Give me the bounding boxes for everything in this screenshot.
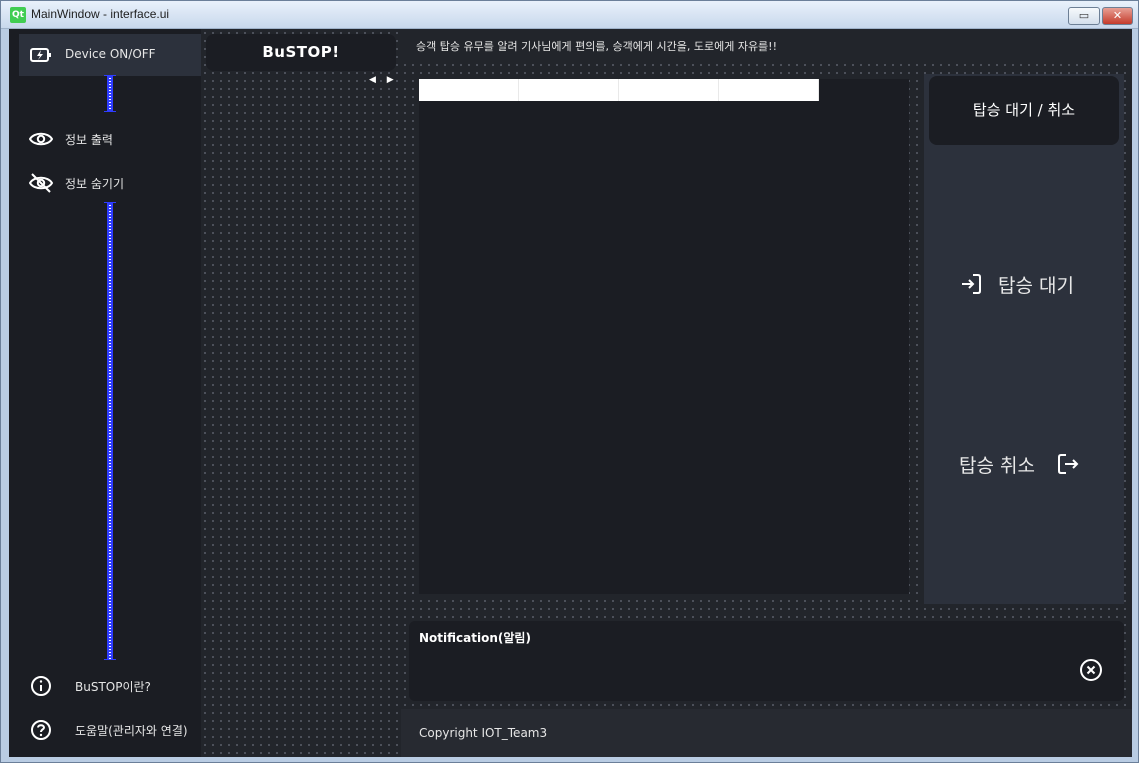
show-info-label: 정보 출력 <box>65 133 113 147</box>
table-column-header[interactable] <box>719 79 819 101</box>
boarding-wait-button[interactable]: 탑승 대기 <box>929 254 1119 314</box>
boarding-cancel-button[interactable]: 탑승 취소 <box>929 434 1119 494</box>
slogan-text: 승객 탑승 유무를 알려 기사님에게 편의를, 승객에게 시간을, 도로에게 자… <box>416 40 777 53</box>
table-column-header[interactable] <box>619 79 719 101</box>
qt-app-icon: Qt <box>10 7 26 23</box>
splitter-arrows-icon[interactable]: ◀ ▶ <box>369 75 398 85</box>
show-info-button[interactable]: 정보 출력 <box>19 118 201 160</box>
about-button[interactable]: BuSTOP이란? <box>19 665 201 707</box>
notification-box: Notification(알림) <box>409 621 1124 701</box>
minimize-icon: ▭ <box>1078 9 1090 22</box>
device-toggle-label: Device ON/OFF <box>65 47 156 61</box>
hide-info-label: 정보 숨기기 <box>65 177 125 191</box>
close-circle-icon[interactable] <box>1079 658 1103 682</box>
boarding-wait-label: 탑승 대기 <box>998 275 1074 297</box>
hide-info-button[interactable]: 정보 숨기기 <box>19 162 201 204</box>
left-menu: Device ON/OFF 정보 출력 정보 숨기기 BuSTOP이란? 도움말… <box>9 29 201 757</box>
about-label: BuSTOP이란? <box>75 680 151 694</box>
extra-column: BuSTOP! ◀ ▶ <box>201 29 401 757</box>
logout-icon <box>1058 454 1079 474</box>
bustop-title: BuSTOP! <box>206 34 396 71</box>
login-icon <box>962 274 981 294</box>
vertical-spacer <box>104 75 116 112</box>
minimize-button[interactable]: ▭ <box>1068 7 1100 25</box>
table-column-header[interactable] <box>419 79 519 101</box>
main-window: Qt MainWindow - interface.ui ▭ ✕ Device … <box>0 0 1139 763</box>
top-bar: 승객 탑승 유무를 알려 기사님에게 편의를, 승객에게 시간을, 도로에게 자… <box>401 29 1132 61</box>
battery-charging-icon <box>30 48 51 62</box>
eye-off-icon <box>29 173 53 193</box>
table-column-header[interactable] <box>519 79 619 101</box>
boarding-panel-title: 탑승 대기 / 취소 <box>929 76 1119 145</box>
passenger-table[interactable] <box>419 79 909 594</box>
copyright-text: Copyright IOT_Team3 <box>419 726 548 740</box>
boarding-cancel-label: 탑승 취소 <box>959 455 1035 477</box>
close-button[interactable]: ✕ <box>1102 7 1133 25</box>
eye-icon <box>29 132 53 146</box>
table-header <box>419 79 819 101</box>
central-widget: Device ON/OFF 정보 출력 정보 숨기기 BuSTOP이란? 도움말… <box>9 29 1132 757</box>
device-toggle-button[interactable]: Device ON/OFF <box>19 34 201 76</box>
info-icon <box>31 676 51 696</box>
content-area: 승객 탑승 유무를 알려 기사님에게 편의를, 승객에게 시간을, 도로에게 자… <box>401 29 1132 757</box>
footer-bar: Copyright IOT_Team3 <box>401 709 1132 757</box>
help-icon <box>31 720 51 740</box>
title-bar[interactable]: Qt MainWindow - interface.ui ▭ ✕ <box>1 1 1138 29</box>
help-label: 도움말(관리자와 연결) <box>75 724 188 738</box>
window-title: MainWindow - interface.ui <box>31 7 170 21</box>
help-button[interactable]: 도움말(관리자와 연결) <box>19 709 201 751</box>
close-icon: ✕ <box>1112 9 1123 22</box>
notification-title: Notification(알림) <box>419 631 531 645</box>
boarding-panel: 탑승 대기 / 취소 탑승 대기 탑승 취소 <box>924 74 1124 604</box>
vertical-spacer <box>104 202 116 660</box>
